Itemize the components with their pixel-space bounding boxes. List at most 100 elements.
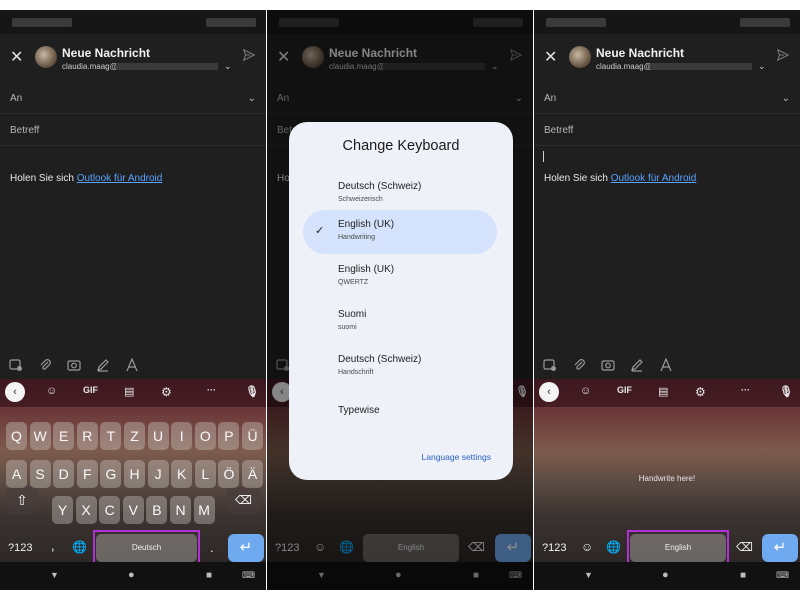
- letter-key[interactable]: W: [29, 422, 51, 450]
- letter-key[interactable]: N: [170, 496, 191, 524]
- letter-key[interactable]: H: [124, 460, 145, 488]
- calendar-add-icon[interactable]: [9, 358, 23, 372]
- message-body[interactable]: Holen Sie sich Outlook für Android: [10, 173, 162, 184]
- recents-nav-icon[interactable]: ■: [740, 570, 746, 581]
- outlook-link[interactable]: Outlook für Android: [77, 173, 163, 184]
- letter-key[interactable]: P: [218, 422, 240, 450]
- calendar-add-icon[interactable]: [543, 358, 557, 372]
- globe-icon[interactable]: 🌐: [72, 540, 87, 554]
- letter-key[interactable]: R: [76, 422, 98, 450]
- message-body[interactable]: Holen Sie sich Outlook für Android: [544, 173, 696, 184]
- subject-field[interactable]: Betreff: [0, 116, 266, 146]
- gif-button[interactable]: GIF: [83, 385, 98, 395]
- subject-field[interactable]: Betreff: [534, 116, 800, 146]
- home-nav-icon[interactable]: ●: [662, 569, 669, 581]
- letter-key[interactable]: T: [100, 422, 122, 450]
- letter-key[interactable]: G: [100, 460, 122, 488]
- keyboard-option[interactable]: English (UK) QWERTZ: [303, 255, 497, 299]
- keyboard-switch-icon[interactable]: ⌨: [242, 570, 255, 581]
- keyboard-option[interactable]: ✓ English (UK) Handwriting: [303, 210, 497, 254]
- keyboard-option-name: Deutsch (Schweiz): [338, 354, 422, 365]
- enter-key[interactable]: ↵: [228, 534, 264, 562]
- letter-key[interactable]: Ü: [242, 422, 263, 450]
- gear-icon[interactable]: ⚙: [695, 385, 706, 399]
- language-settings-link[interactable]: Language settings: [422, 452, 491, 462]
- text-format-icon[interactable]: [659, 358, 673, 372]
- back-nav-icon[interactable]: ▼: [50, 570, 59, 580]
- close-icon[interactable]: ✕: [544, 48, 557, 68]
- gif-button[interactable]: GIF: [617, 385, 632, 395]
- pen-icon[interactable]: [630, 358, 644, 372]
- period-key[interactable]: .: [210, 540, 214, 555]
- handwriting-area[interactable]: Handwrite here!: [534, 474, 800, 483]
- letter-key[interactable]: B: [146, 496, 168, 524]
- letter-key[interactable]: M: [193, 496, 215, 524]
- more-icon[interactable]: ···: [207, 385, 216, 395]
- letter-key[interactable]: L: [194, 460, 216, 488]
- letter-key[interactable]: Ä: [242, 460, 263, 488]
- attachment-icon[interactable]: [38, 358, 52, 372]
- close-icon[interactable]: ✕: [10, 48, 23, 68]
- sticker-icon[interactable]: ☺: [580, 385, 591, 397]
- home-nav-icon[interactable]: ●: [128, 569, 135, 581]
- letter-key[interactable]: X: [75, 496, 97, 524]
- more-icon[interactable]: ···: [741, 385, 750, 395]
- clipboard-icon[interactable]: ▤: [124, 385, 134, 398]
- letter-key[interactable]: F: [76, 460, 98, 488]
- keyboard-option[interactable]: Suomi suomi: [303, 300, 497, 344]
- backspace-key[interactable]: ⌫: [227, 486, 260, 514]
- chevron-down-icon[interactable]: ⌄: [248, 84, 256, 114]
- comma-key[interactable]: ,: [51, 538, 55, 553]
- letter-key[interactable]: V: [122, 496, 144, 524]
- letter-key[interactable]: C: [99, 496, 121, 524]
- recents-nav-icon[interactable]: ■: [206, 570, 212, 581]
- letter-key[interactable]: A: [6, 460, 27, 488]
- letter-key[interactable]: K: [171, 460, 193, 488]
- to-field[interactable]: An ⌄: [534, 84, 800, 114]
- keyboard-option[interactable]: Typewise: [303, 390, 497, 434]
- attachment-icon[interactable]: [572, 358, 586, 372]
- sender-email[interactable]: claudia.maag@: [596, 62, 652, 71]
- letter-key[interactable]: Ö: [218, 460, 240, 488]
- letter-key[interactable]: I: [171, 422, 193, 450]
- letter-key[interactable]: D: [53, 460, 75, 488]
- text-format-icon[interactable]: [125, 358, 139, 372]
- check-icon: ✓: [315, 225, 325, 237]
- clipboard-icon[interactable]: ▤: [658, 385, 668, 398]
- pen-icon[interactable]: [96, 358, 110, 372]
- backspace-icon[interactable]: ⌫: [736, 540, 753, 554]
- numbers-key[interactable]: ?123: [8, 542, 32, 554]
- letter-key[interactable]: O: [194, 422, 216, 450]
- gear-icon[interactable]: ⚙: [161, 385, 172, 399]
- enter-key[interactable]: ↵: [762, 534, 798, 562]
- letter-key[interactable]: E: [53, 422, 75, 450]
- microphone-icon[interactable]: 🎙: [245, 385, 259, 398]
- letter-key[interactable]: Q: [6, 422, 27, 450]
- chevron-down-icon[interactable]: ⌄: [224, 61, 232, 72]
- letter-key[interactable]: S: [29, 460, 51, 488]
- chevron-down-icon[interactable]: ⌄: [782, 84, 790, 114]
- letter-key[interactable]: Y: [52, 496, 73, 524]
- keyboard-option[interactable]: Deutsch (Schweiz) Handschrift: [303, 345, 497, 389]
- camera-icon[interactable]: [67, 358, 81, 372]
- to-field[interactable]: An ⌄: [0, 84, 266, 114]
- microphone-icon[interactable]: 🎙: [779, 385, 793, 398]
- sender-email[interactable]: claudia.maag@: [62, 62, 118, 71]
- keyboard-switch-icon[interactable]: ⌨: [776, 570, 789, 581]
- globe-icon[interactable]: 🌐: [606, 540, 621, 554]
- letter-key[interactable]: J: [147, 460, 169, 488]
- numbers-key[interactable]: ?123: [542, 542, 566, 554]
- chevron-left-icon[interactable]: ‹: [539, 382, 559, 402]
- shift-key[interactable]: ⇧: [6, 486, 38, 514]
- emoji-icon[interactable]: ☺: [581, 540, 593, 554]
- camera-icon[interactable]: [601, 358, 615, 372]
- letter-key[interactable]: Z: [124, 422, 145, 450]
- send-icon[interactable]: [776, 48, 790, 62]
- sticker-icon[interactable]: ☺: [46, 385, 57, 397]
- letter-key[interactable]: U: [147, 422, 169, 450]
- back-nav-icon[interactable]: ▼: [584, 570, 593, 580]
- outlook-link[interactable]: Outlook für Android: [611, 173, 697, 184]
- chevron-down-icon[interactable]: ⌄: [758, 61, 766, 72]
- chevron-left-icon[interactable]: ‹: [5, 382, 25, 402]
- send-icon[interactable]: [242, 48, 256, 62]
